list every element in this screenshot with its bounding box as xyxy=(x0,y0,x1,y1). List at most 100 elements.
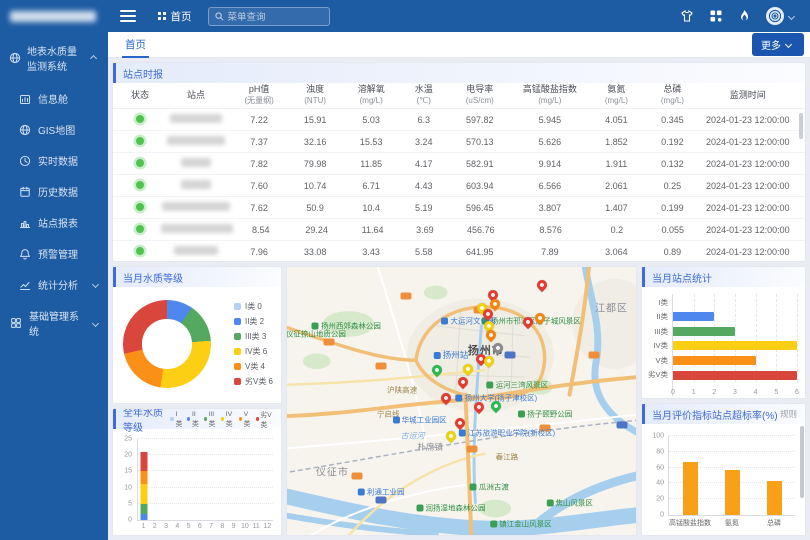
layout-grid-icon[interactable] xyxy=(709,9,723,23)
gridline xyxy=(797,294,798,382)
table-row[interactable]: 7.6250.910.45.19596.453.8071.4070.199202… xyxy=(113,197,805,219)
y-tick: 40 xyxy=(656,480,664,487)
logo-blurred-text xyxy=(10,11,96,22)
topbar-home-label: 首页 xyxy=(171,9,192,24)
more-button[interactable]: 更多 xyxy=(752,33,804,56)
value-cell: 7.96 xyxy=(231,247,287,257)
table-row[interactable]: 7.6010.746.714.43603.946.5662.0610.25202… xyxy=(113,175,805,197)
value-cell: 0.132 xyxy=(644,159,700,169)
map-label-text: 润扬湿地森林公园 xyxy=(426,503,486,514)
map-label-poi: 仪征捺山地质公园 xyxy=(286,329,346,340)
hbar-label: 劣V类 xyxy=(646,369,668,380)
park-poi-icon xyxy=(470,483,477,490)
annual-grade-title: 全年水质等级 xyxy=(123,408,170,434)
map-label-town: 朴席镇 xyxy=(417,441,443,453)
value-cell: 7.62 xyxy=(231,203,287,213)
table-row[interactable]: 7.3732.1615.533.24570.135.6261.8520.1922… xyxy=(113,131,805,153)
map-label-text: 瓜洲古渡 xyxy=(479,481,509,492)
sidebar-item-label: 预警管理 xyxy=(38,246,102,261)
time-cell: 2024-01-23 12:00:00 xyxy=(700,137,795,147)
column-header: 氨氮(mg/L) xyxy=(588,84,644,106)
panel-scrollbar-thumb[interactable] xyxy=(800,426,804,498)
flame-icon[interactable] xyxy=(738,9,751,23)
sidebar-item-history[interactable]: 历史数据 xyxy=(0,176,108,207)
legend-label: V类 4 xyxy=(245,361,265,372)
x-tick: 6 xyxy=(198,523,202,530)
table-row[interactable]: 7.8279.9811.854.17582.919.9141.9110.1322… xyxy=(113,153,805,175)
gridline xyxy=(138,470,273,471)
legend-label: 劣V类 6 xyxy=(245,376,273,387)
value-cell: 0.055 xyxy=(645,225,701,235)
status-cell xyxy=(119,159,161,169)
hbar-bar xyxy=(673,341,797,350)
sidebar-item-trend[interactable]: 统计分析 xyxy=(0,269,108,300)
legend-swatch xyxy=(187,417,190,422)
x-tick: 5 xyxy=(187,523,191,530)
hbar-label: I类 xyxy=(646,297,668,308)
map-label-road: 沪陕高速 xyxy=(387,385,417,396)
value-cell: 11.85 xyxy=(343,159,399,169)
station-name-blurred xyxy=(170,114,222,123)
exceed-rate-title: 当月评价指标站点超标率(%) xyxy=(652,407,778,422)
sidebar-item-globe[interactable]: GIS地图 xyxy=(0,114,108,145)
tab-home[interactable]: 首页 xyxy=(122,32,149,58)
hamburger-menu-icon[interactable] xyxy=(120,7,136,25)
exceed-rate-panel: 当月评价指标站点超标率(%) 规则 020406080100高锰酸盐指数氨氮总磷 xyxy=(641,403,806,536)
chevron-down-icon xyxy=(92,319,99,326)
sidebar-item-cube[interactable]: 基础管理系统 xyxy=(0,300,108,346)
user-menu[interactable] xyxy=(766,7,798,25)
topbar-icons xyxy=(680,7,810,25)
sidebar-item-report[interactable]: 站点报表 xyxy=(0,207,108,238)
sidebar-item-clock[interactable]: 实时数据 xyxy=(0,145,108,176)
legend-item: II类 xyxy=(187,411,200,428)
value-cell: 597.82 xyxy=(448,115,511,125)
table-row[interactable]: 7.2215.915.036.3597.825.9454.0510.345202… xyxy=(113,109,805,131)
annual-grade-header: 全年水质等级 I类II类III类IV类V类劣V类 xyxy=(113,409,281,429)
y-tick: 20 xyxy=(656,496,664,503)
column-header: 水温(℃) xyxy=(399,84,448,106)
station-cell xyxy=(161,246,231,257)
table-row[interactable]: 7.9633.083.435.58641.957.893.0640.892024… xyxy=(113,241,805,262)
station-report-title: 站点时报 xyxy=(123,66,163,81)
road-shield xyxy=(351,473,362,480)
table-scrollbar-thumb[interactable] xyxy=(799,113,803,139)
status-dot-green xyxy=(136,225,144,233)
sidebar-item-label: 基础管理系统 xyxy=(29,308,86,338)
value-cell: 10.74 xyxy=(287,181,343,191)
sidebar-item-info[interactable]: 信息舱 xyxy=(0,83,108,114)
map-label-text: 仪征市 xyxy=(316,463,349,478)
poi-icon xyxy=(456,395,463,402)
rules-link[interactable]: 规则 xyxy=(780,408,797,420)
sidebar-menu: 信息舱GIS地图实时数据历史数据站点报表预警管理统计分析基础管理系统 xyxy=(0,83,108,346)
sidebar: 地表水质量监测系统 信息舱GIS地图实时数据历史数据站点报表预警管理统计分析基础… xyxy=(0,0,108,540)
chevron-down-icon xyxy=(92,281,99,288)
topbar-home-link[interactable]: 首页 xyxy=(158,9,192,24)
x-tick: 2 xyxy=(153,523,157,530)
theme-shirt-icon[interactable] xyxy=(680,9,694,23)
table-row[interactable]: 8.5429.2411.643.69456.768.5760.20.055202… xyxy=(113,219,805,241)
legend-label: II类 2 xyxy=(245,316,264,327)
value-cell: 5.58 xyxy=(399,247,448,257)
left-column: 当月水质等级 I类 0II类 2III类 3IV类 6V类 4劣V类 6 全年水… xyxy=(112,266,282,536)
value-cell: 3.24 xyxy=(399,137,448,147)
map-label-text: 仪征捺山地质公园 xyxy=(286,329,346,340)
search-input[interactable]: 菜单查询 xyxy=(208,7,330,26)
stack-segment xyxy=(140,471,147,484)
station-cell xyxy=(161,202,231,213)
donut-chart-body: I类 0II类 2III类 3IV类 6V类 4劣V类 6 xyxy=(113,287,281,403)
park-poi-icon xyxy=(546,499,553,506)
gis-map[interactable]: 扬州市江都区仪征市朴席镇古运河沪陕高速宁启线春江路扬州站扬州西郊森林公园仪征捺山… xyxy=(286,266,637,536)
sidebar-item-bell[interactable]: 预警管理 xyxy=(0,238,108,269)
status-dot-green xyxy=(136,247,144,255)
sidebar-item-system-root[interactable]: 地表水质量监测系统 xyxy=(0,32,108,83)
legend-item: 劣V类 6 xyxy=(234,376,273,387)
value-cell: 3.43 xyxy=(343,247,399,257)
gridline xyxy=(138,503,273,504)
globe-icon xyxy=(19,124,31,136)
value-cell: 33.08 xyxy=(287,247,343,257)
chevron-down-icon xyxy=(788,12,795,19)
annual-legend: I类II类III类IV类V类劣V类 xyxy=(170,409,273,429)
park-poi-icon xyxy=(490,521,497,528)
legend-item: V类 4 xyxy=(234,361,273,372)
legend-label: I类 0 xyxy=(245,301,262,312)
